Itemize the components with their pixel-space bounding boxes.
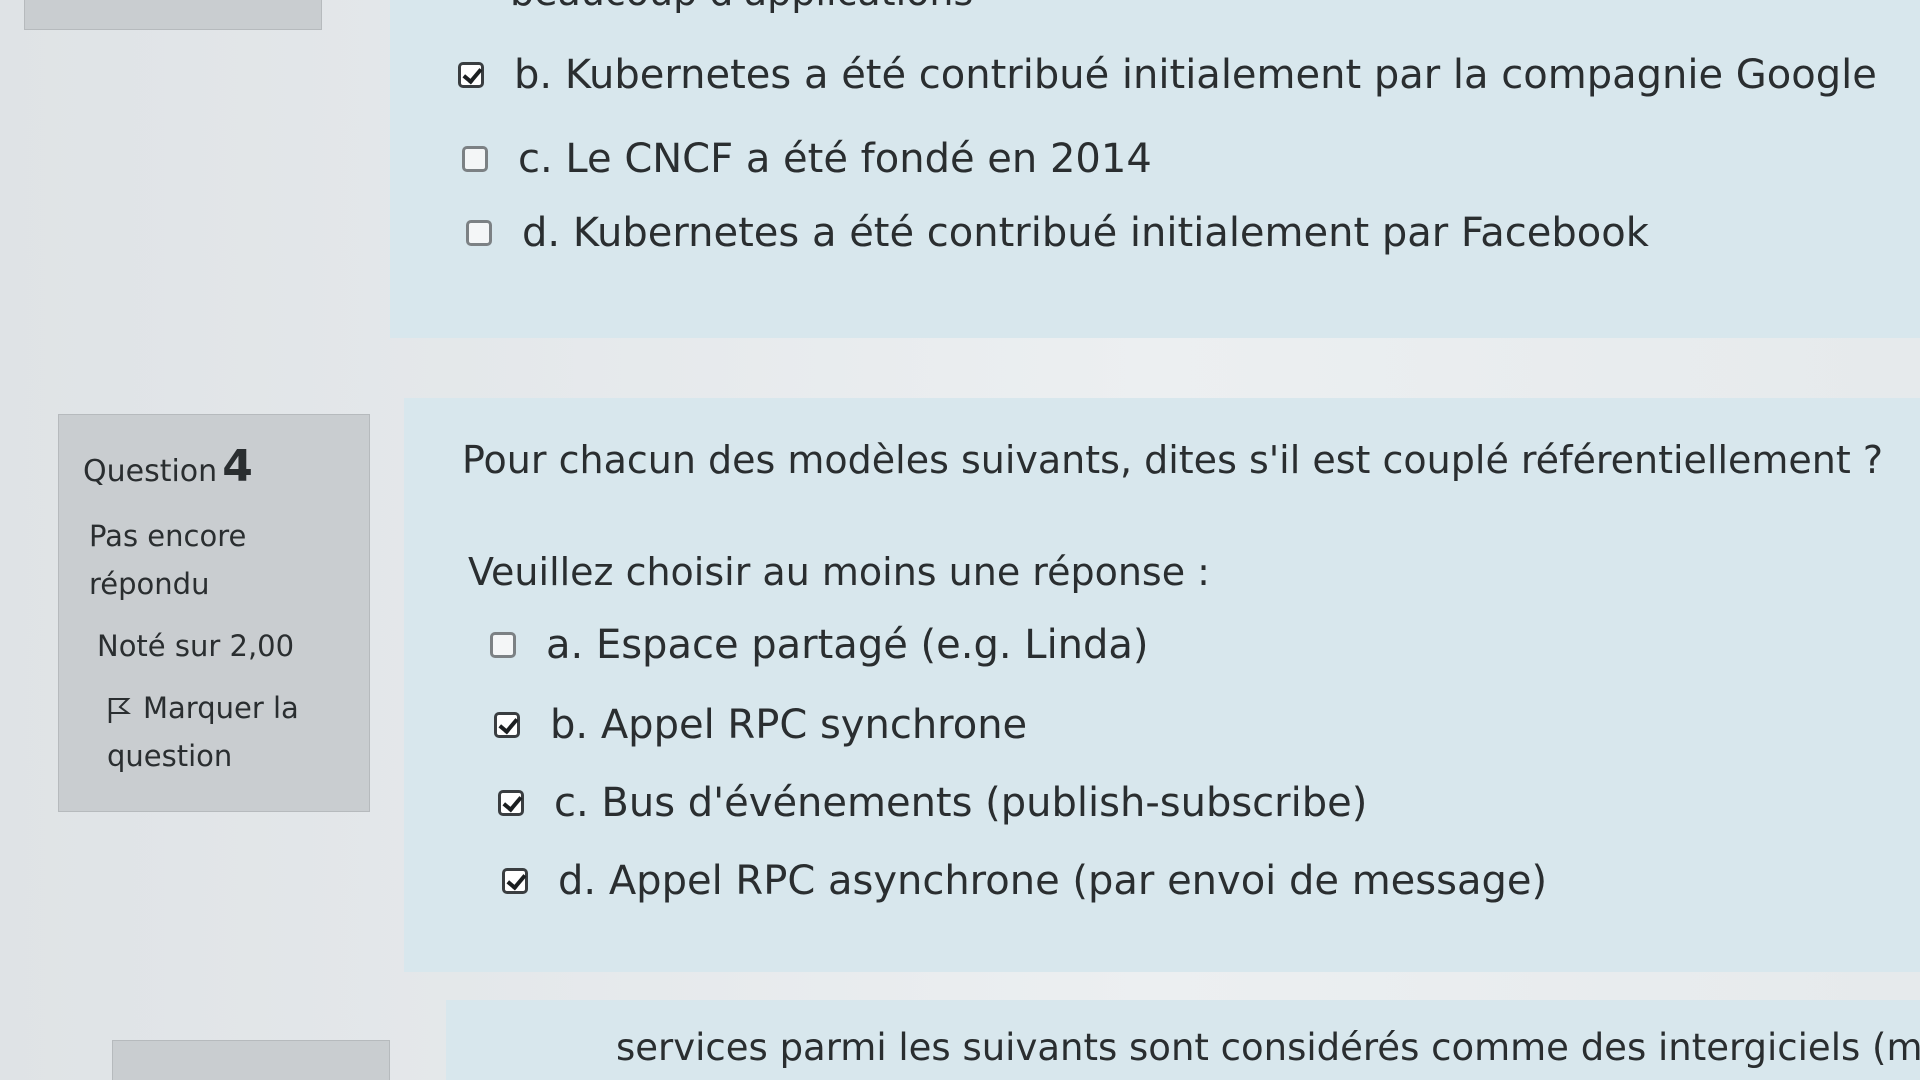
flag-question-button[interactable]: Marquer la question bbox=[107, 684, 337, 780]
question-5-prompt-fragment: services parmi les suivants sont considé… bbox=[616, 1026, 1920, 1069]
flag-icon bbox=[108, 698, 131, 723]
q3-option-c[interactable]: c. Le CNCF a été fondé en 2014 bbox=[462, 136, 1152, 182]
q4-option-a-checkbox[interactable] bbox=[490, 632, 516, 658]
q3-option-b-checkbox[interactable] bbox=[458, 62, 484, 88]
question-3-info-box bbox=[24, 0, 322, 30]
q4-option-a-label: a. Espace partagé (e.g. Linda) bbox=[546, 622, 1149, 668]
question-4-prompt: Pour chacun des modèles suivants, dites … bbox=[462, 438, 1884, 482]
q4-option-b[interactable]: b. Appel RPC synchrone bbox=[494, 702, 1027, 748]
q4-option-d-label: d. Appel RPC asynchrone (par envoi de me… bbox=[558, 858, 1548, 904]
question-3-text-fragment: beaucoup d'applications bbox=[510, 0, 973, 14]
flag-question-label: Marquer la question bbox=[107, 691, 299, 773]
q4-option-b-checkbox[interactable] bbox=[494, 712, 520, 738]
q4-option-c-label: c. Bus d'événements (publish-subscribe) bbox=[554, 780, 1368, 826]
q4-option-a[interactable]: a. Espace partagé (e.g. Linda) bbox=[490, 622, 1149, 668]
question-grade: Noté sur 2,00 bbox=[97, 629, 295, 663]
q3-option-b[interactable]: b. Kubernetes a été contribué initialeme… bbox=[458, 52, 1877, 98]
q4-option-c-checkbox[interactable] bbox=[498, 790, 524, 816]
q4-option-c[interactable]: c. Bus d'événements (publish-subscribe) bbox=[498, 780, 1367, 826]
q3-option-d-checkbox[interactable] bbox=[466, 220, 492, 246]
question-label: Question bbox=[83, 454, 218, 489]
q3-option-c-checkbox[interactable] bbox=[462, 146, 488, 172]
question-number: 4 bbox=[222, 441, 253, 492]
q4-option-b-label: b. Appel RPC synchrone bbox=[550, 702, 1028, 748]
quiz-page: beaucoup d'applications b. Kubernetes a … bbox=[0, 0, 1920, 1080]
question-4-heading: Question 4 bbox=[83, 441, 369, 492]
q4-option-d[interactable]: d. Appel RPC asynchrone (par envoi de me… bbox=[502, 858, 1547, 904]
q3-option-c-label: c. Le CNCF a été fondé en 2014 bbox=[518, 136, 1152, 182]
question-status: Pas encore répondu bbox=[89, 519, 247, 601]
q3-option-b-label: b. Kubernetes a été contribué initialeme… bbox=[514, 52, 1877, 98]
q3-option-d-label: d. Kubernetes a été contribué initialeme… bbox=[522, 210, 1649, 256]
question-4-info-box: Question 4 Pas encore répondu Noté sur 2… bbox=[58, 414, 370, 812]
question-5-info-box bbox=[112, 1040, 390, 1080]
q4-option-d-checkbox[interactable] bbox=[502, 868, 528, 894]
q3-option-d[interactable]: d. Kubernetes a été contribué initialeme… bbox=[466, 210, 1649, 256]
question-4-instruction: Veuillez choisir au moins une réponse : bbox=[468, 550, 1210, 594]
